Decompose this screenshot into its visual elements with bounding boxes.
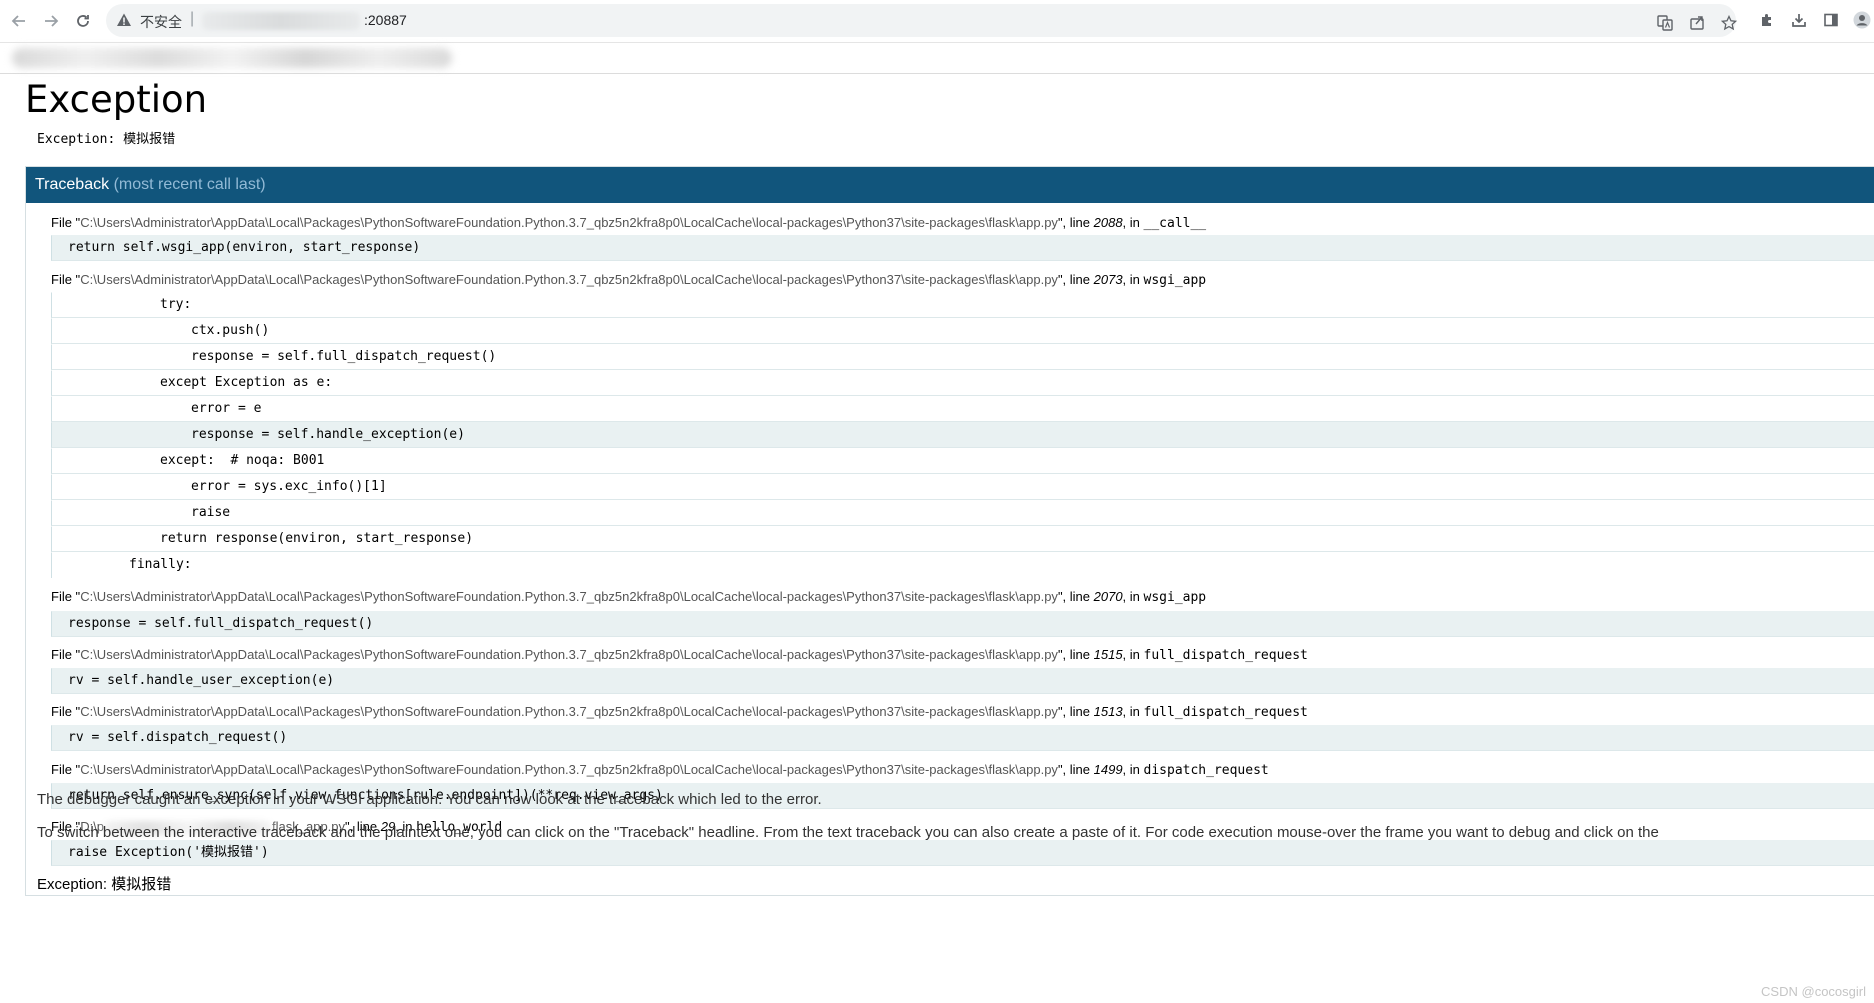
- code-line[interactable]: error = e: [51, 396, 1874, 422]
- frame-line-number: 2073: [1093, 272, 1123, 287]
- bookmark-star-icon[interactable]: [1720, 14, 1738, 32]
- frame-code[interactable]: rv = self.dispatch_request(): [51, 725, 1874, 751]
- frame-function: dispatch_request: [1143, 763, 1269, 778]
- code-line-current[interactable]: rv = self.handle_user_exception(e): [51, 668, 1874, 694]
- warning-icon[interactable]: [116, 12, 134, 30]
- explanation-text: The debugger caught an exception in your…: [37, 791, 822, 808]
- bookmarks-bar: [0, 43, 1874, 74]
- side-panel-icon[interactable]: [1821, 10, 1841, 30]
- profile-avatar-icon[interactable]: [1852, 10, 1872, 30]
- frame-path: C:\Users\Administrator\AppData\Local\Pac…: [80, 215, 1058, 230]
- browser-toolbar: 不安全 | :20887: [0, 0, 1874, 43]
- forward-arrow-icon[interactable]: [40, 10, 62, 32]
- code-line[interactable]: raise: [51, 500, 1874, 526]
- code-line[interactable]: error = sys.exc_info()[1]: [51, 474, 1874, 500]
- frame-code[interactable]: raise Exception('模拟报错'): [51, 840, 1874, 866]
- frame-header: File "C:\Users\Administrator\AppData\Loc…: [51, 272, 1207, 288]
- back-arrow-icon[interactable]: [8, 10, 30, 32]
- final-exception-prefix: Exception:: [37, 876, 108, 893]
- frame-function: full_dispatch_request: [1143, 648, 1308, 663]
- frame-line-number: 1515: [1093, 647, 1123, 662]
- frame-header: File "C:\Users\Administrator\AppData\Loc…: [51, 704, 1308, 720]
- code-line[interactable]: try:: [51, 292, 1874, 318]
- code-line-current[interactable]: rv = self.dispatch_request(): [51, 725, 1874, 751]
- share-icon[interactable]: [1688, 14, 1706, 32]
- frame-function: wsgi_app: [1143, 590, 1207, 605]
- frame-function: wsgi_app: [1143, 273, 1207, 288]
- frame-line-number: 2070: [1093, 589, 1123, 604]
- url-separator: |: [190, 10, 195, 27]
- frame-function: __call__: [1143, 216, 1207, 231]
- frame-code[interactable]: rv = self.handle_user_exception(e): [51, 668, 1874, 694]
- error-message: Exception: 模拟报错: [37, 132, 176, 147]
- address-bar[interactable]: 不安全 | :20887: [106, 4, 1738, 37]
- frame-path: C:\Users\Administrator\AppData\Local\Pac…: [80, 762, 1058, 777]
- frame-code[interactable]: response = self.full_dispatch_request(): [51, 611, 1874, 637]
- code-line-current[interactable]: response = self.full_dispatch_request(): [51, 611, 1874, 637]
- frame-path: C:\Users\Administrator\AppData\Local\Pac…: [80, 589, 1058, 604]
- frame-code[interactable]: try: ctx.push() response = self.full_dis…: [51, 292, 1874, 578]
- code-line[interactable]: except Exception as e:: [51, 370, 1874, 396]
- frame-header: File "C:\Users\Administrator\AppData\Loc…: [51, 647, 1308, 663]
- code-line[interactable]: ctx.push(): [51, 318, 1874, 344]
- traceback-subtitle: (most recent call last): [113, 176, 266, 193]
- insecure-label[interactable]: 不安全: [140, 12, 182, 32]
- code-line-current[interactable]: response = self.handle_exception(e): [51, 422, 1874, 448]
- redacted-host: [202, 12, 360, 30]
- url-text[interactable]: :20887: [364, 12, 407, 28]
- download-icon[interactable]: [1789, 10, 1809, 30]
- traceback-panel: Traceback (most recent call last) File "…: [25, 166, 1874, 896]
- page-title: Exception: [25, 78, 208, 121]
- debugger-page: Exception Exception: 模拟报错 Traceback (mos…: [0, 74, 1874, 1003]
- final-exception: Exception: 模拟报错: [37, 873, 171, 894]
- traceback-headline[interactable]: Traceback (most recent call last): [26, 167, 1874, 203]
- frame-header: File "C:\Users\Administrator\AppData\Loc…: [51, 762, 1269, 778]
- code-line-current[interactable]: return self.wsgi_app(environ, start_resp…: [51, 235, 1874, 261]
- frame-path: C:\Users\Administrator\AppData\Local\Pac…: [80, 647, 1058, 662]
- extensions-puzzle-icon[interactable]: [1757, 10, 1777, 30]
- frame-code[interactable]: return self.wsgi_app(environ, start_resp…: [51, 235, 1874, 261]
- frame-line-number: 1499: [1093, 762, 1123, 777]
- frame-function: full_dispatch_request: [1143, 705, 1308, 720]
- frame-path: C:\Users\Administrator\AppData\Local\Pac…: [80, 272, 1058, 287]
- code-line[interactable]: except: # noqa: B001: [51, 448, 1874, 474]
- code-line-current[interactable]: raise Exception('模拟报错'): [51, 840, 1874, 866]
- frame-header: File "C:\Users\Administrator\AppData\Loc…: [51, 589, 1207, 605]
- code-line[interactable]: response = self.full_dispatch_request(): [51, 344, 1874, 370]
- reload-icon[interactable]: [72, 10, 94, 32]
- frame-header: File "C:\Users\Administrator\AppData\Loc…: [51, 215, 1207, 231]
- traceback-title: Traceback: [35, 176, 110, 193]
- explanation-text: To switch between the interactive traceb…: [37, 824, 1659, 841]
- code-line[interactable]: return response(environ, start_response): [51, 526, 1874, 552]
- redacted-bookmarks: [12, 48, 452, 68]
- frame-line-number: 2088: [1093, 215, 1123, 230]
- frame-path: C:\Users\Administrator\AppData\Local\Pac…: [80, 704, 1058, 719]
- final-exception-text: 模拟报错: [111, 875, 172, 893]
- translate-icon[interactable]: [1656, 14, 1674, 32]
- code-line[interactable]: finally:: [51, 552, 1874, 578]
- frame-line-number: 1513: [1093, 704, 1123, 719]
- watermark: CSDN @cocosgirl: [1761, 984, 1866, 999]
